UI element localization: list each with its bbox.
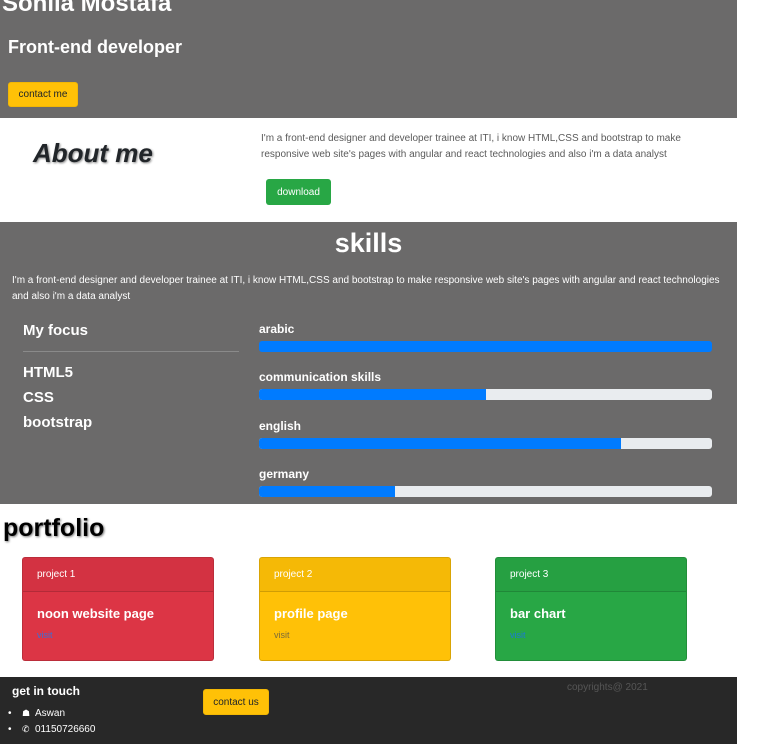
visit-link[interactable]: visit bbox=[510, 630, 672, 640]
card-body: noon website page visit bbox=[23, 592, 213, 640]
project-card-2: project 2 profile page visit bbox=[259, 557, 451, 661]
project-card-1: project 1 noon website page visit bbox=[22, 557, 214, 661]
card-header: project 3 bbox=[496, 558, 686, 592]
contact-list: • ☗ Aswan • ✆ 01150726660 bbox=[8, 705, 95, 737]
contact-me-button[interactable]: contact me bbox=[8, 82, 78, 107]
contact-item-phone: • ✆ 01150726660 bbox=[8, 721, 95, 737]
phone-icon: ✆ bbox=[22, 724, 30, 734]
focus-list: HTML5 CSS bootstrap bbox=[23, 363, 92, 438]
portfolio-title: portfolio bbox=[3, 514, 105, 542]
contact-text: Aswan bbox=[35, 708, 66, 719]
visit-link[interactable]: visit bbox=[274, 630, 436, 640]
contact-item-address: • ☗ Aswan bbox=[8, 705, 95, 721]
skill-germany: germany bbox=[259, 467, 712, 497]
home-icon: ☗ bbox=[22, 708, 31, 718]
download-button[interactable]: download bbox=[266, 179, 331, 205]
footer-title: get in touch bbox=[12, 684, 80, 698]
visit-link[interactable]: visit bbox=[37, 630, 199, 640]
card-title: profile page bbox=[274, 606, 348, 621]
footer: get in touch • ☗ Aswan • ✆ 01150726660 conta… bbox=[0, 677, 737, 744]
skill-arabic: arabic bbox=[259, 322, 712, 352]
skills-title: skills bbox=[334, 228, 403, 258]
skill-label: arabic bbox=[259, 322, 295, 336]
skills-text: I'm a front-end designer and developer t… bbox=[12, 275, 720, 302]
copyright: copyrights@ 2021 bbox=[567, 682, 648, 693]
card-title: bar chart bbox=[510, 606, 566, 621]
project-card-3: project 3 bar chart visit bbox=[495, 557, 687, 661]
focus-item: CSS bbox=[23, 389, 54, 406]
progress-fill bbox=[259, 438, 622, 449]
progress-fill bbox=[259, 486, 395, 497]
card-header: project 1 bbox=[23, 558, 213, 592]
progress-fill bbox=[259, 389, 486, 400]
progress-bar bbox=[259, 341, 712, 352]
contact-text: 01150726660 bbox=[35, 724, 96, 735]
skill-label: germany bbox=[259, 467, 310, 481]
focus-divider bbox=[23, 351, 239, 352]
card-title: noon website page bbox=[37, 606, 155, 621]
skills-section: skills I'm a front-end designer and deve… bbox=[0, 222, 737, 504]
hero-name: Sohila Mostafa bbox=[2, 0, 172, 17]
card-body: profile page visit bbox=[260, 592, 450, 640]
progress-fill bbox=[259, 341, 712, 352]
card-header: project 2 bbox=[260, 558, 450, 592]
card-body: bar chart visit bbox=[496, 592, 686, 640]
skill-communication: communication skills bbox=[259, 370, 712, 400]
about-section: About me I'm a front-end designer and de… bbox=[0, 118, 737, 222]
focus-title: My focus bbox=[23, 322, 89, 339]
progress-bar bbox=[259, 438, 712, 449]
skill-label: communication skills bbox=[259, 370, 382, 384]
hero-role: Front-end developer bbox=[8, 37, 183, 57]
skill-label: english bbox=[259, 419, 302, 433]
contact-us-button[interactable]: contact us bbox=[203, 689, 269, 715]
focus-item: bootstrap bbox=[23, 414, 93, 431]
progress-bar bbox=[259, 486, 712, 497]
about-text: I'm a front-end designer and developer t… bbox=[261, 133, 681, 160]
hero-section: Sohila Mostafa Front-end developer conta… bbox=[0, 0, 737, 118]
about-title: About me bbox=[33, 138, 153, 168]
focus-item: HTML5 bbox=[23, 364, 73, 381]
skill-english: english bbox=[259, 419, 712, 449]
progress-bar bbox=[259, 389, 712, 400]
